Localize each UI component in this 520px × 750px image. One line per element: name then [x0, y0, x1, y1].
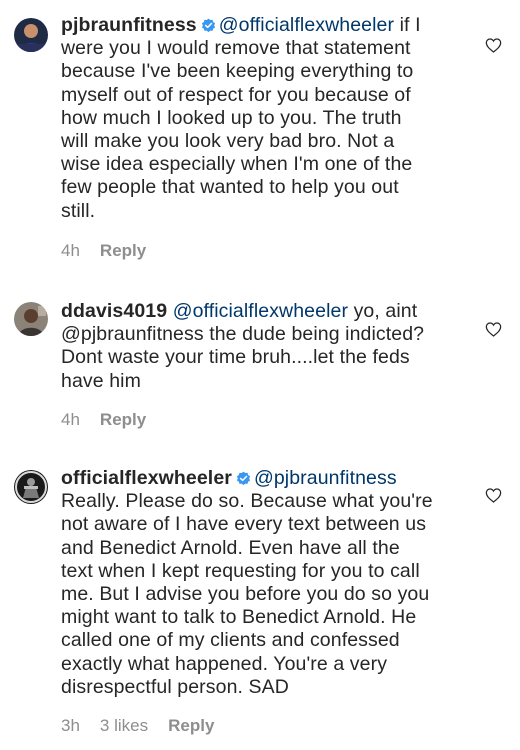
verified-badge-icon	[201, 18, 215, 33]
comment-line: have him	[61, 369, 141, 392]
comment-text: pjbraunfitness @officialflexwheeler if Iw…	[61, 14, 469, 223]
comment-timestamp: 4h	[61, 241, 80, 260]
avatar[interactable]	[14, 470, 48, 504]
comment-line: @pjbraunfitness the dude being indicted?	[61, 323, 425, 346]
comment-line: were you I would remove that statement	[61, 37, 411, 60]
comment-line: wise idea especially when I'm one of the	[61, 153, 413, 176]
comment-meta: 4h Reply	[61, 241, 146, 261]
comment-username[interactable]: pjbraunfitness	[61, 14, 197, 36]
comment-line: exactly what happened. You're a very	[61, 652, 388, 675]
comment-line: and Benedict Arnold. Even have all the	[61, 536, 400, 559]
comment-username[interactable]: officialflexwheeler	[61, 467, 232, 489]
comment-mention[interactable]: @pjbraunfitness	[254, 467, 397, 489]
comment-line: me. But I advise you before you do so yo…	[61, 583, 430, 606]
comment-timestamp: 4h	[61, 410, 80, 429]
comment-line: yo, aint	[348, 300, 418, 322]
comment-line: might want to talk to Benedict Arnold. H…	[61, 606, 417, 629]
reply-button[interactable]: Reply	[168, 716, 214, 736]
comment-username[interactable]: ddavis4019	[61, 300, 167, 322]
comment-timestamp: 3h	[61, 716, 80, 735]
comment-text: officialflexwheeler @pjbraunfitness Really…	[61, 467, 469, 699]
likes-count[interactable]: 3 likes	[100, 716, 148, 736]
comment-line: Really. Please do so. Because what you'r…	[61, 490, 433, 513]
heart-outline-icon[interactable]	[485, 38, 502, 53]
heart-outline-icon[interactable]	[485, 488, 502, 503]
comment-line: few people that wanted to help you out	[61, 176, 399, 199]
comment-mention[interactable]: @officialflexwheeler	[219, 14, 394, 36]
reply-button[interactable]: Reply	[100, 241, 146, 261]
comment-line: because I've been keeping everything to	[61, 60, 414, 83]
reply-button[interactable]: Reply	[100, 410, 146, 430]
comment-meta: 3h 3 likes Reply	[61, 716, 214, 736]
comment-text: ddavis4019 @officialflexwheeler yo, aint…	[61, 300, 469, 393]
comment-line: myself out of respect for you because of	[61, 83, 411, 106]
comment-mention[interactable]: @officialflexwheeler	[173, 300, 348, 322]
avatar[interactable]	[14, 18, 48, 52]
comment-line: text when I kept requesting for you to c…	[61, 559, 420, 582]
comment-line: called one of my clients and confessed	[61, 629, 400, 652]
heart-outline-icon[interactable]	[485, 322, 502, 337]
comment-line: will make you look very bad bro. Not a	[61, 130, 395, 153]
comment-line: if I	[394, 14, 421, 36]
comment-line: how much I looked up to you. The truth	[61, 106, 402, 129]
verified-badge-icon	[236, 471, 251, 486]
comment-line: still.	[61, 199, 96, 222]
comment-line: Dont waste your time bruh....let the fed…	[61, 346, 410, 369]
comment-meta: 4h Reply	[61, 410, 146, 430]
comment-line: disrespectful person. SAD	[61, 675, 289, 698]
comment-line: not aware of I have every text between u…	[61, 513, 427, 536]
avatar[interactable]	[14, 302, 48, 336]
